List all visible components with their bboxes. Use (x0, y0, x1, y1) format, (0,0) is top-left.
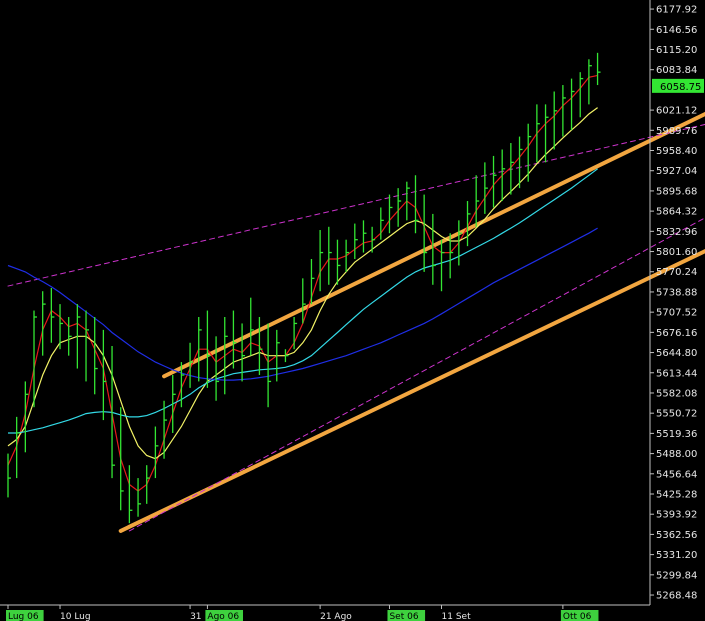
x-tick-label: Ott 06 (563, 612, 592, 621)
last-price-label: 6058.75 (660, 82, 701, 93)
price-chart: 6177.92 6146.56 6115.20 6083.84 6021.12 5989.… (0, 0, 705, 621)
y-axis-ticks: 6177.92 6146.56 6115.20 6083.84 6021.12 5989.… (650, 5, 697, 602)
y-tick-label: 5550.72 (656, 409, 697, 420)
x-tick-label: 11 Set (442, 612, 472, 621)
y-tick-label: 5958.40 (656, 146, 697, 157)
y-tick-label: 6083.84 (656, 65, 697, 76)
y-tick-label: 6115.20 (656, 45, 697, 56)
y-tick-label: 6177.92 (656, 5, 697, 16)
y-tick-label: 5393.92 (656, 510, 697, 521)
x-axis-ticks: Lug 06 10 Lug 31 Ago 06 21 Ago Set 06 11 Set Ot… (6, 605, 599, 621)
y-tick-label: 5676.16 (656, 328, 697, 339)
x-tick-label: Lug 06 (8, 612, 39, 621)
x-tick-label: Set 06 (389, 612, 418, 621)
y-tick-label: 5927.04 (656, 166, 697, 177)
y-tick-label: 5738.88 (656, 287, 697, 298)
y-tick-label: 5268.48 (656, 591, 697, 602)
y-tick-label: 5582.08 (656, 388, 697, 399)
y-tick-label: 5707.52 (656, 308, 697, 319)
y-tick-label: 5864.32 (656, 207, 697, 218)
y-tick-label: 5895.68 (656, 186, 697, 197)
y-tick-label: 6146.56 (656, 25, 697, 36)
y-tick-label: 5801.60 (656, 247, 697, 258)
x-tick-label: 21 Ago (320, 612, 352, 621)
y-tick-label: 5488.00 (656, 449, 697, 460)
y-tick-label: 5299.84 (656, 570, 697, 581)
y-tick-label: 5832.96 (656, 227, 697, 238)
x-tick-label: Ago 06 (207, 612, 239, 621)
y-tick-label: 5770.24 (656, 267, 697, 278)
y-tick-label: 5519.36 (656, 429, 697, 440)
y-tick-label: 6021.12 (656, 106, 697, 117)
y-tick-label: 5989.76 (656, 126, 697, 137)
y-tick-label: 5331.20 (656, 550, 697, 561)
y-tick-label: 5362.56 (656, 530, 697, 541)
x-tick-label: 10 Lug (60, 612, 91, 621)
y-tick-label: 5456.64 (656, 469, 697, 480)
y-tick-label: 5425.28 (656, 489, 697, 500)
x-tick-label: 31 (190, 612, 201, 621)
last-price-marker: 6058.75 (652, 78, 704, 93)
y-tick-label: 5644.80 (656, 348, 697, 359)
y-tick-label: 5613.44 (656, 368, 697, 379)
